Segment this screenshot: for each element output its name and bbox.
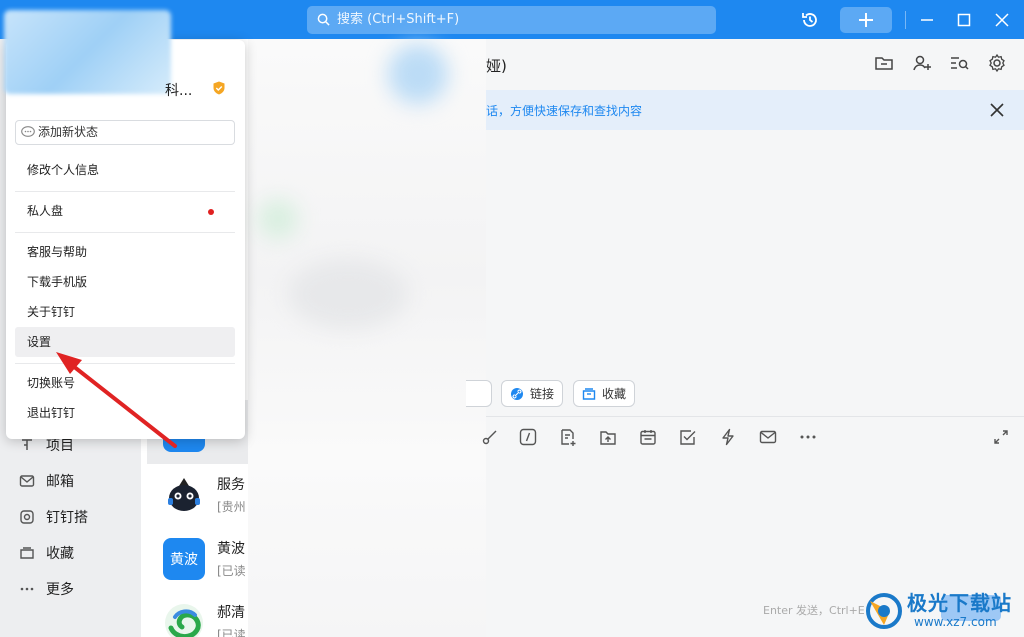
upload-folder-icon[interactable] bbox=[599, 428, 617, 446]
chip-partial[interactable] bbox=[466, 380, 492, 407]
nav-item-favorites[interactable]: 收藏 bbox=[18, 541, 74, 565]
list-item[interactable]: 服务 [贵州 bbox=[147, 464, 248, 528]
menu-item-download-mobile[interactable]: 下载手机版 bbox=[15, 267, 235, 297]
nav-item-label: 更多 bbox=[46, 582, 74, 598]
profile-avatar[interactable] bbox=[4, 10, 171, 94]
conversation-preview: [已读 bbox=[217, 564, 246, 578]
add-member-icon[interactable] bbox=[912, 53, 934, 75]
chat-panel: 娅) 话，方便快速保存和查找内容 链接 收藏 Enter 发送，Ctrl+E bbox=[466, 39, 1024, 637]
profile-menu: 科... 添加新状态 修改个人信息 私人盘 客服与帮助 下载手机版 关于钉钉 设… bbox=[4, 10, 245, 439]
menu-divider bbox=[15, 363, 235, 364]
task-check-icon[interactable] bbox=[679, 428, 697, 446]
menu-item-private-disk[interactable]: 私人盘 bbox=[15, 196, 235, 226]
italic-format-icon[interactable] bbox=[519, 428, 537, 446]
menu-item-about[interactable]: 关于钉钉 bbox=[15, 297, 235, 327]
info-banner: 话，方便快速保存和查找内容 bbox=[486, 90, 1024, 130]
chip-label: 收藏 bbox=[602, 387, 627, 401]
favorites-icon bbox=[582, 387, 596, 400]
window-controls-divider bbox=[905, 11, 906, 29]
more-icon[interactable] bbox=[799, 428, 817, 446]
menu-item-settings[interactable]: 设置 bbox=[15, 327, 235, 357]
mail-icon[interactable] bbox=[759, 428, 777, 446]
favorites-icon bbox=[18, 544, 36, 562]
conversation-name: 服务 bbox=[217, 477, 245, 493]
menu-item-edit-profile[interactable]: 修改个人信息 bbox=[15, 155, 235, 185]
chat-title: 娅) bbox=[486, 57, 507, 75]
robot-avatar bbox=[163, 474, 205, 516]
nav-item-more[interactable]: 更多 bbox=[18, 577, 74, 601]
search-chat-icon[interactable] bbox=[949, 53, 971, 75]
link-icon bbox=[511, 387, 523, 400]
search-bar[interactable]: 搜索 (Ctrl+Shift+F) bbox=[307, 6, 716, 34]
menu-item-logout[interactable]: 退出钉钉 bbox=[15, 398, 235, 428]
conversation-name: 黄波 bbox=[217, 541, 245, 557]
chip-link[interactable]: 链接 bbox=[501, 380, 564, 407]
maximize-button[interactable] bbox=[949, 5, 979, 35]
conversation-name: 郝清 bbox=[217, 605, 245, 621]
history-icon bbox=[802, 13, 817, 27]
profile-name: 科... bbox=[165, 83, 193, 99]
conversation-preview: [贵州 bbox=[217, 500, 246, 514]
document-add-icon[interactable] bbox=[559, 428, 577, 446]
more-icon bbox=[18, 580, 36, 598]
plus-icon bbox=[859, 13, 873, 27]
conversation-preview: [已读 bbox=[217, 628, 246, 637]
chat-bubble-icon bbox=[21, 126, 35, 137]
minimize-button[interactable] bbox=[912, 5, 942, 35]
close-icon bbox=[990, 103, 1004, 117]
expand-icon[interactable] bbox=[992, 428, 1010, 446]
menu-divider bbox=[15, 191, 235, 192]
menu-item-support[interactable]: 客服与帮助 bbox=[15, 237, 235, 267]
nav-item-label: 邮箱 bbox=[46, 474, 74, 490]
maximize-icon bbox=[957, 13, 971, 27]
nav-item-dingda[interactable]: 钉钉搭 bbox=[18, 505, 88, 529]
scissors-icon[interactable] bbox=[482, 428, 500, 446]
list-item[interactable]: 郝清 [已读 bbox=[147, 592, 248, 637]
list-item[interactable]: 黄波 黄波 [已读 bbox=[147, 528, 248, 592]
folder-icon[interactable] bbox=[874, 53, 896, 75]
search-placeholder: 搜索 (Ctrl+Shift+F) bbox=[337, 12, 460, 27]
minimize-icon bbox=[921, 19, 933, 21]
create-button[interactable] bbox=[840, 7, 892, 33]
lightning-icon[interactable] bbox=[719, 428, 737, 446]
chat-header: 娅) bbox=[486, 39, 1024, 89]
status-placeholder: 添加新状态 bbox=[38, 125, 99, 139]
verified-badge-icon bbox=[213, 81, 225, 95]
watermark-icon bbox=[866, 593, 902, 629]
close-icon bbox=[995, 13, 1009, 27]
swirl-avatar bbox=[163, 602, 205, 637]
chip-label: 链接 bbox=[530, 387, 555, 401]
blurred-region bbox=[248, 39, 486, 637]
send-hint: Enter 发送，Ctrl+E bbox=[763, 604, 865, 617]
watermark-logo: 极光下载站 www.xz7.com bbox=[862, 585, 1024, 637]
composer-divider bbox=[486, 416, 1024, 417]
status-input[interactable]: 添加新状态 bbox=[15, 120, 235, 145]
gear-icon[interactable] bbox=[987, 53, 1009, 75]
watermark-title: 极光下载站 bbox=[907, 591, 1012, 615]
chip-favorite[interactable]: 收藏 bbox=[573, 380, 636, 407]
history-button[interactable] bbox=[795, 5, 825, 35]
nav-item-mail[interactable]: 邮箱 bbox=[18, 469, 74, 493]
mail-icon bbox=[18, 472, 36, 490]
search-icon bbox=[317, 13, 330, 26]
notification-dot bbox=[208, 209, 214, 215]
menu-item-switch-account[interactable]: 切换账号 bbox=[15, 368, 235, 398]
menu-divider bbox=[15, 232, 235, 233]
banner-close-button[interactable] bbox=[988, 101, 1006, 119]
avatar: 黄波 bbox=[163, 538, 205, 580]
nav-item-label: 收藏 bbox=[46, 546, 74, 562]
close-window-button[interactable] bbox=[987, 5, 1017, 35]
nav-item-label: 钉钉搭 bbox=[46, 510, 88, 526]
watermark-url: www.xz7.com bbox=[914, 615, 997, 629]
calendar-icon[interactable] bbox=[639, 428, 657, 446]
banner-text: 话，方便快速保存和查找内容 bbox=[486, 104, 643, 118]
dingda-icon bbox=[18, 508, 36, 526]
